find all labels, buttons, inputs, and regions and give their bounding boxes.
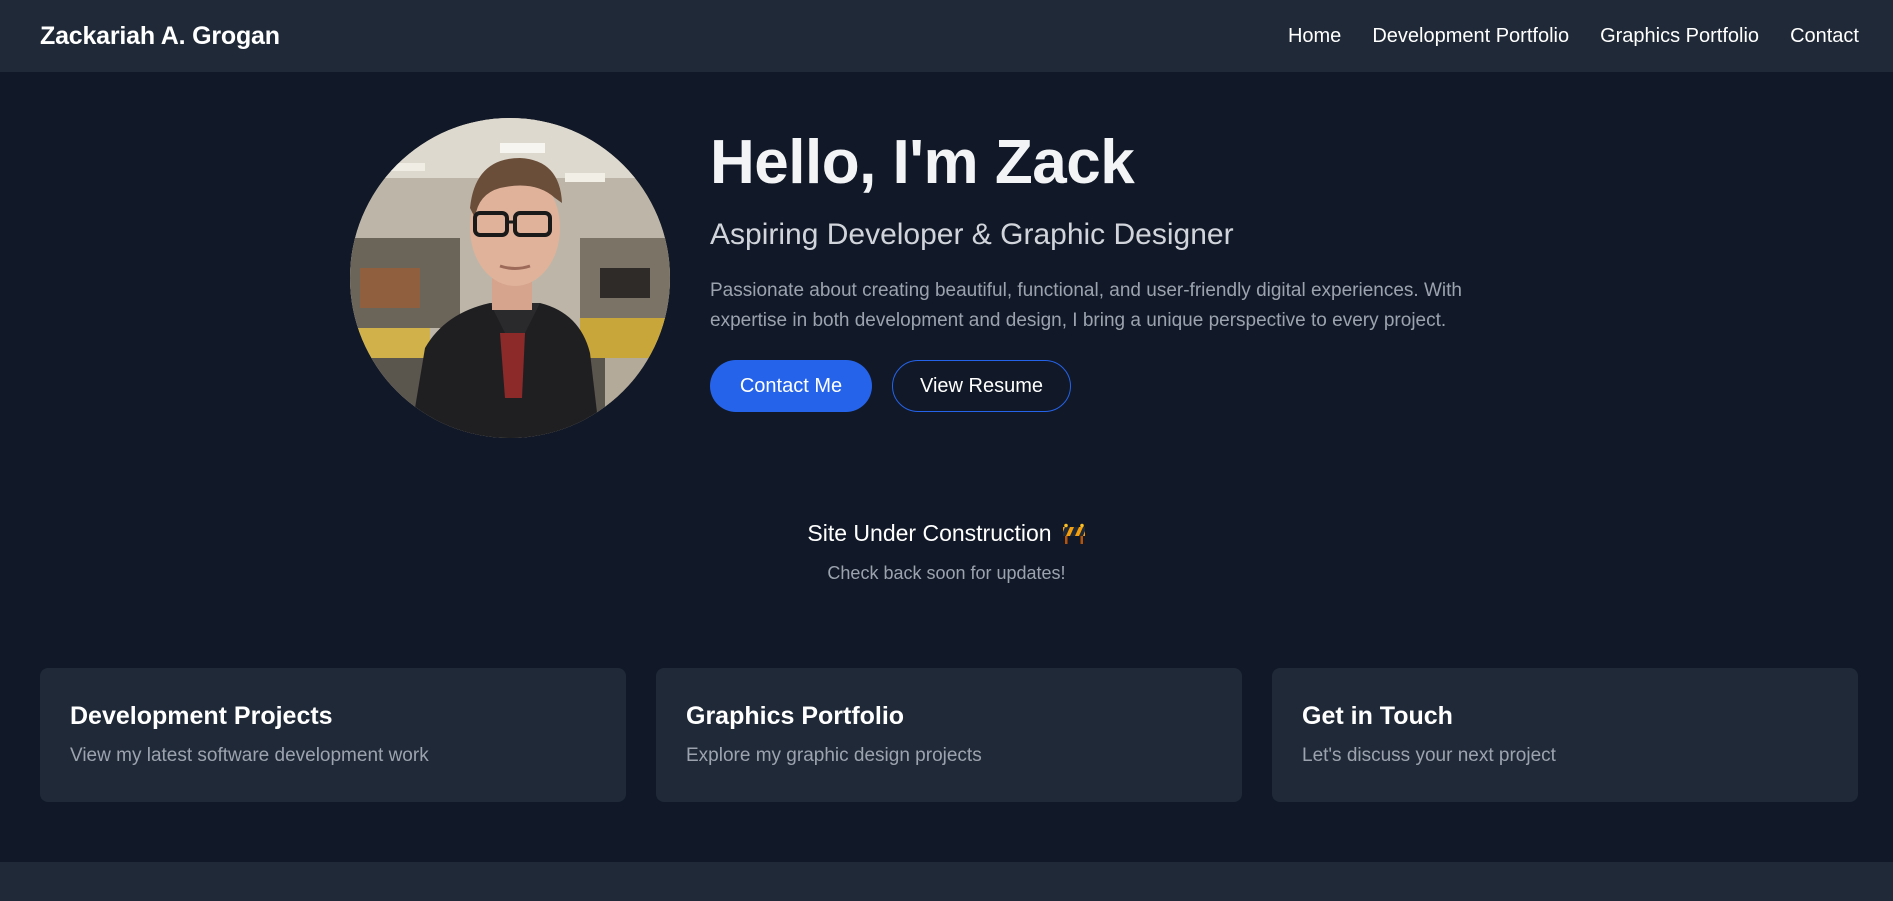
hero-buttons: Contact Me View Resume (710, 360, 1530, 412)
view-resume-button[interactable]: View Resume (892, 360, 1071, 412)
hero-subtitle: Aspiring Developer & Graphic Designer (710, 218, 1234, 251)
nav-links: Home Development Portfolio Graphics Port… (1288, 25, 1859, 48)
hero-title: Hello, I'm Zack (710, 128, 1135, 197)
card-title: Development Projects (70, 702, 333, 730)
construction-barrier-icon (1062, 523, 1086, 545)
card-title: Graphics Portfolio (686, 702, 905, 730)
nav-link-home[interactable]: Home (1288, 25, 1341, 48)
card-development-projects[interactable]: Development Projects View my latest soft… (40, 668, 626, 802)
profile-photo (350, 118, 670, 438)
construction-heading: Site Under Construction (807, 520, 1085, 547)
construction-notice: Site Under Construction Check back soon … (0, 520, 1893, 584)
construction-title: Site Under Construction (807, 520, 1052, 546)
card-get-in-touch[interactable]: Get in Touch Let's discuss your next pro… (1272, 668, 1858, 802)
card-description: View my latest software development work (70, 745, 429, 766)
hero-section: Hello, I'm Zack Aspiring Developer & Gra… (350, 118, 1550, 438)
feature-cards: Development Projects View my latest soft… (40, 668, 1860, 802)
card-title: Get in Touch (1302, 702, 1453, 730)
hero-description: Passionate about creating beautiful, fun… (710, 280, 1462, 331)
nav-link-graphics-portfolio[interactable]: Graphics Portfolio (1600, 25, 1759, 48)
card-graphics-portfolio[interactable]: Graphics Portfolio Explore my graphic de… (656, 668, 1242, 802)
construction-subtitle: Check back soon for updates! (827, 563, 1066, 583)
hero-text: Hello, I'm Zack Aspiring Developer & Gra… (710, 132, 1530, 412)
site-brand[interactable]: Zackariah A. Grogan (40, 22, 280, 51)
card-description: Explore my graphic design projects (686, 745, 982, 766)
nav-link-contact[interactable]: Contact (1790, 25, 1859, 48)
card-description: Let's discuss your next project (1302, 745, 1556, 766)
footer (0, 862, 1893, 901)
navbar: Zackariah A. Grogan Home Development Por… (0, 0, 1893, 72)
contact-me-button[interactable]: Contact Me (710, 360, 872, 412)
nav-link-development-portfolio[interactable]: Development Portfolio (1372, 25, 1569, 48)
